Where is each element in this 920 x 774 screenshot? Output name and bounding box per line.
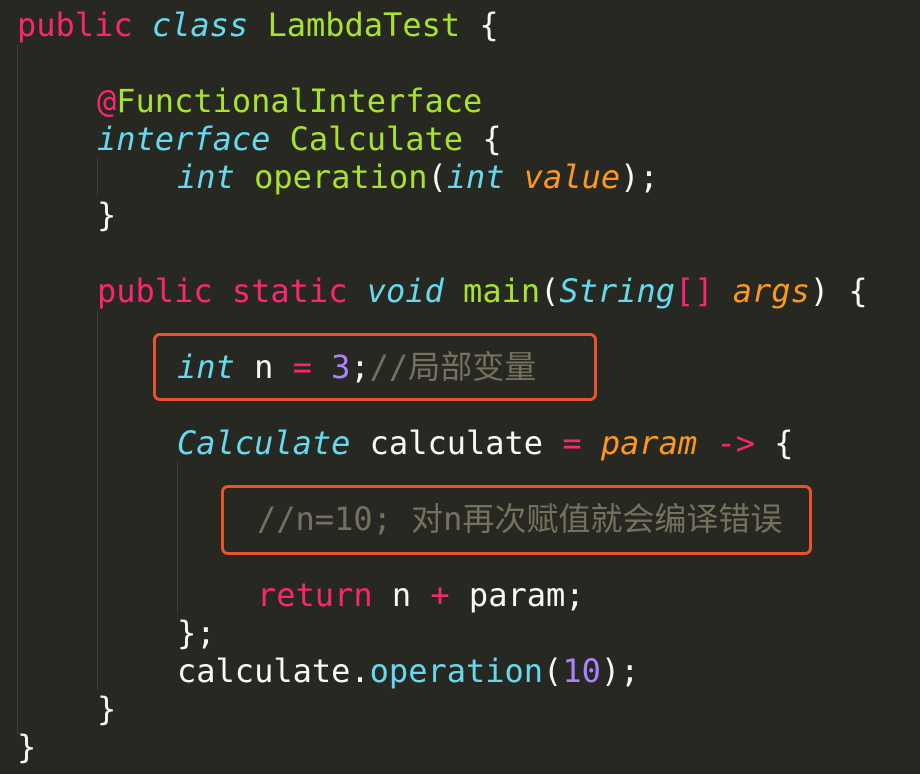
operator-assign: = [292,348,312,386]
call-operation: operation [369,652,544,690]
paren-open: ( [427,158,447,196]
type-int: int [177,158,235,196]
annotation-name: FunctionalInterface [116,82,483,120]
keyword-public: public [97,272,213,310]
indent-guide [177,462,178,614]
code-line-annotation: @FunctionalInterface [97,82,482,120]
param-type: int [446,158,505,196]
comment-reassign-error: //n=10; 对n再次赋值就会编译错误 [257,500,783,538]
paren-open: ( [543,652,563,690]
paren-close-brace: ) { [809,272,868,310]
indent-guide [97,158,98,196]
paren-close: ); [600,652,640,690]
type-int: int [177,348,235,386]
close-brace: } [17,728,37,766]
code-line-method-call: calculate.operation(10); [177,652,639,690]
param-type-string: String [559,272,675,310]
method-main: main [463,272,541,310]
operator-plus: + [430,576,450,614]
code-line-reassign-comment: //n=10; 对n再次赋值就会编译错误 [257,500,782,538]
number-argument: 10 [562,652,601,690]
type-calculate: Calculate [177,424,351,462]
code-line-main-close: } [97,690,116,728]
code-line-method-signature: int operation(int value); [177,158,659,196]
code-line-lambda-declaration: Calculate calculate = param -> { [177,424,794,462]
keyword-static: static [231,272,348,310]
method-name: operation [254,158,428,196]
keyword-return: return [257,576,373,614]
code-line-class-declaration: public class LambdaTest { [17,6,499,44]
variable-n: n [391,576,412,614]
open-brace: { [479,6,499,44]
paren-close: ); [620,158,659,196]
semicolon: ; [350,348,370,386]
lambda-close: }; [177,614,216,652]
annotation-at: @ [97,82,117,120]
code-line-interface-declaration: interface Calculate { [97,120,502,158]
paren-open: ( [540,272,560,310]
variable-calculate: calculate [369,424,544,462]
open-brace: { [482,120,502,158]
keyword-interface: interface [97,120,271,158]
dot: . [350,652,370,690]
interface-name: Calculate [289,120,464,158]
number-literal: 3 [331,348,351,386]
class-name: LambdaTest [267,6,461,44]
object-calculate: calculate [177,652,351,690]
code-line-return: return n + param; [257,576,585,614]
code-line-local-variable: int n = 3;//局部变量 [177,348,536,386]
operator-assign: = [562,424,582,462]
keyword-class: class [151,6,249,44]
code-line-class-close: } [17,728,36,766]
array-brackets: [] [674,272,714,310]
semicolon: ; [565,576,585,614]
open-brace: { [774,424,794,462]
code-line-close-brace: } [97,196,116,234]
close-brace: } [97,196,117,234]
param-args: args [732,272,810,310]
keyword-public: public [17,6,133,44]
param-name: value [523,158,621,196]
code-line-lambda-close: }; [177,614,216,652]
indent-guide [17,44,18,734]
lambda-arrow: -> [716,424,755,462]
comment-local-variable: //局部变量 [369,348,537,386]
code-editor[interactable]: public class LambdaTest { @FunctionalInt… [0,0,920,774]
indent-guide [97,310,98,690]
lambda-param: param [600,424,698,462]
close-brace: } [97,690,117,728]
code-line-main-declaration: public static void main(String[] args) { [97,272,868,310]
variable-n: n [254,348,274,386]
keyword-void: void [366,272,444,310]
variable-param: param [468,576,566,614]
